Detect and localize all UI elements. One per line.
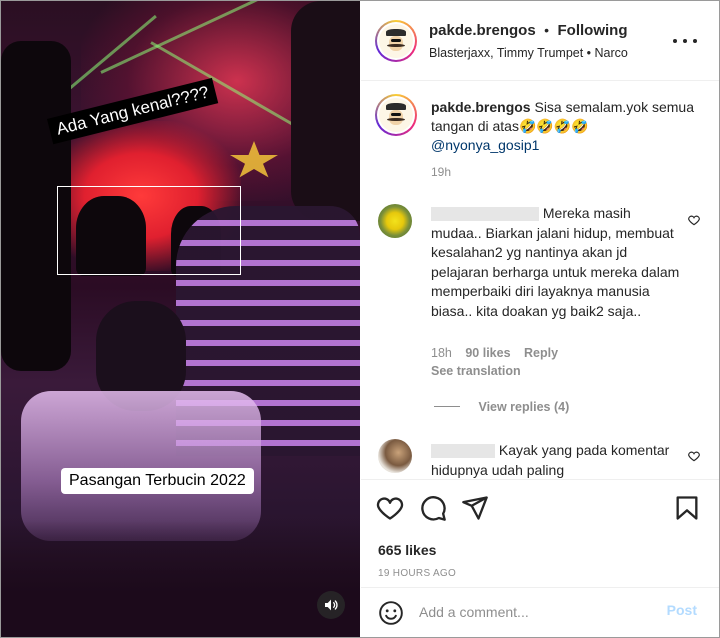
overlay-caption-text: Pasangan Terbucin 2022: [61, 468, 254, 494]
separator-dot: •: [544, 22, 550, 38]
comment-text: Mereka masih mudaa.. Biarkan jalani hidu…: [431, 205, 680, 319]
comment-time[interactable]: 18h: [431, 346, 452, 360]
post-timestamp[interactable]: 19 HOURS AGO: [378, 568, 456, 579]
avatar[interactable]: [375, 20, 417, 62]
comment-like-heart-icon[interactable]: [687, 213, 701, 227]
comment-body: Mereka masih mudaa.. Biarkan jalani hidu…: [431, 204, 683, 321]
more-horizontal-icon: [673, 39, 677, 43]
post-button[interactable]: Post: [667, 602, 697, 618]
caption-time[interactable]: 19h: [431, 163, 703, 182]
comment-body: Kayak yang pada komentar hidupnya udah p…: [431, 441, 683, 478]
caption-avatar[interactable]: [375, 94, 417, 136]
post-details-panel: pakde.brengos • Following Blasterjaxx, T…: [361, 1, 719, 637]
comment-meta: 18h 90 likes Reply: [431, 346, 558, 360]
see-translation-link[interactable]: See translation: [431, 364, 521, 378]
view-replies-button[interactable]: View replies (4): [434, 398, 569, 416]
caption-username[interactable]: pakde.brengos: [431, 99, 531, 115]
audio-track-link[interactable]: Blasterjaxx, Timmy Trumpet • Narco: [429, 46, 628, 60]
redacted-username[interactable]: [431, 444, 495, 459]
crowd-silhouette: [291, 1, 360, 221]
share-button[interactable]: send-icon: [461, 494, 489, 522]
shadow-overlay: [1, 521, 360, 637]
speaker-icon: [325, 599, 338, 611]
header-title-row: pakde.brengos • Following: [429, 22, 628, 40]
likes-count[interactable]: 665 likes: [378, 542, 436, 558]
comment-likes[interactable]: 90 likes: [465, 346, 510, 360]
post-actions: heart-icon comment-icon send-icon bookma…: [361, 479, 719, 595]
emoji-icon[interactable]: [378, 600, 404, 626]
reply-button[interactable]: Reply: [524, 346, 558, 360]
post-video[interactable]: Ada Yang kenal???? Pasangan Terbucin 202…: [1, 1, 360, 637]
author-username[interactable]: pakde.brengos: [429, 22, 536, 39]
save-button[interactable]: bookmark-icon: [673, 494, 701, 522]
comments-list[interactable]: pakde.brengos Sisa semalam.yok semua tan…: [361, 82, 719, 478]
redacted-username[interactable]: [431, 207, 539, 222]
lit-table: [21, 391, 261, 541]
comment-button[interactable]: comment-icon: [419, 494, 447, 522]
more-options-button[interactable]: [673, 31, 697, 51]
post-header: pakde.brengos • Following Blasterjaxx, T…: [361, 1, 719, 81]
add-comment-bar: Post: [361, 587, 719, 637]
commenter-avatar[interactable]: [378, 439, 412, 473]
highlight-box: [57, 186, 241, 275]
caption-mention[interactable]: @nyonya_gosip1: [431, 137, 539, 153]
post-caption: pakde.brengos Sisa semalam.yok semua tan…: [431, 98, 703, 182]
divider: [434, 406, 460, 408]
like-button[interactable]: heart-icon: [376, 494, 404, 522]
following-button[interactable]: Following: [558, 22, 628, 39]
audio-toggle-button[interactable]: [317, 591, 345, 619]
comment-input[interactable]: [419, 600, 649, 624]
comment-like-heart-icon[interactable]: [687, 449, 701, 463]
commenter-avatar[interactable]: [378, 204, 412, 238]
view-replies-label: View replies (4): [478, 400, 570, 414]
